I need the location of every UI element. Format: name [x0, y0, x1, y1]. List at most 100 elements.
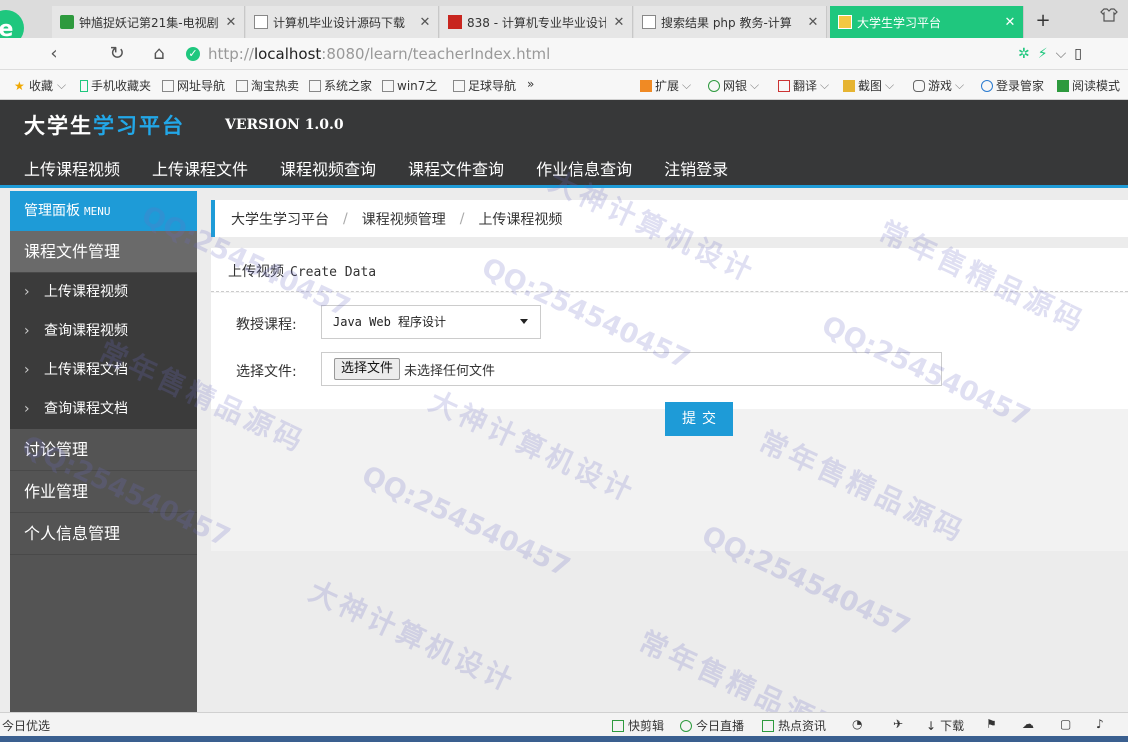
breadcrumb-current: 上传课程视频 — [478, 211, 563, 228]
window-icon[interactable]: ▢ — [1060, 717, 1071, 731]
nav-logout[interactable]: 注销登录 — [664, 156, 728, 180]
site-logo[interactable]: 大学生学习平台 — [24, 110, 185, 140]
status-news[interactable]: 热点资讯 — [762, 717, 826, 734]
phone-icon[interactable]: ▯ — [1074, 46, 1082, 64]
status-quick-edit[interactable]: 快剪辑 — [612, 717, 664, 734]
form-header: 上传视频 Create Data — [211, 248, 1128, 292]
bookmark-nav[interactable]: 网址导航 — [162, 77, 225, 94]
translate-menu[interactable]: 翻译 ⌵ — [778, 77, 829, 94]
status-download[interactable]: ↓ 下载 — [926, 717, 964, 734]
course-label: 教授课程: — [236, 317, 297, 333]
games-menu[interactable]: 游戏 ⌵ — [913, 77, 964, 94]
cloud-icon[interactable]: ☁ — [1022, 717, 1034, 731]
chevron-right-icon: › — [24, 284, 30, 300]
reader-mode[interactable]: 阅读模式 — [1057, 77, 1120, 94]
back-icon[interactable]: ‹ — [42, 42, 66, 66]
url-field[interactable]: ✓ http://localhost:8080/learn/teacherInd… — [186, 41, 1016, 67]
status-today-picks[interactable]: 今日优选 — [2, 717, 50, 734]
chevron-down-icon[interactable]: ⌵ — [1056, 46, 1067, 64]
phone-icon — [80, 79, 88, 92]
chevron-right-icon: › — [24, 401, 30, 417]
news-icon — [762, 719, 774, 732]
red-page-icon — [448, 15, 462, 29]
status-live[interactable]: 今日直播 — [680, 717, 744, 734]
sidebar-group-profile[interactable]: 个人信息管理 — [10, 513, 197, 555]
page-icon — [254, 15, 268, 29]
shield-icon: ✓ — [186, 47, 200, 61]
bookmark-favorites[interactable]: ★ 收藏 ⌵ — [14, 77, 66, 94]
url-path: :8080/learn/teacherIndex.html — [321, 45, 551, 63]
bookmark-football[interactable]: 足球导航 — [453, 77, 516, 94]
refresh-icon[interactable]: ↻ — [105, 42, 129, 66]
close-icon[interactable]: ✕ — [224, 15, 238, 30]
skin-icon[interactable] — [1100, 8, 1118, 22]
sidebar-item-upload-doc[interactable]: › 上传课程文档 — [10, 351, 197, 390]
sidebar: 管理面板 MENU 课程文件管理 › 上传课程视频 › 查询课程视频 › 上传课程文档 … — [10, 191, 197, 712]
choose-file-button[interactable]: 选择文件 — [334, 358, 401, 380]
nav-video-query[interactable]: 课程视频查询 — [280, 156, 376, 180]
browser-tab-3[interactable]: 838 - 计算机专业毕业设计 ✕ — [440, 6, 633, 38]
lightning-icon[interactable]: ⚡ — [1038, 46, 1048, 64]
course-select-value: Java Web 程序设计 — [333, 315, 447, 329]
page-icon — [309, 79, 321, 92]
submit-button[interactable]: 提交 — [665, 402, 733, 436]
file-label: 选择文件: — [236, 364, 297, 380]
bank-menu[interactable]: 网银 ⌵ — [708, 77, 759, 94]
close-icon[interactable]: ✕ — [806, 15, 820, 30]
chevron-right-icon: › — [24, 323, 30, 339]
bookmark-system[interactable]: 系统之家 — [309, 77, 372, 94]
spin-icon[interactable]: ✲ — [1018, 46, 1030, 64]
close-icon[interactable]: ✕ — [612, 15, 626, 30]
home-icon[interactable]: ⌂ — [147, 42, 171, 66]
main-content: 大学生学习平台 / 课程视频管理 / 上传课程视频 上传视频 Create Dat… — [211, 191, 1128, 712]
nav-upload-video[interactable]: 上传课程视频 — [24, 156, 120, 180]
tab-label: 838 - 计算机专业毕业设计 — [467, 15, 606, 30]
browser-tab-active[interactable]: 大学生学习平台 ✕ — [830, 6, 1024, 38]
nav-file-query[interactable]: 课程文件查询 — [408, 156, 504, 180]
sidebar-item-upload-video[interactable]: › 上传课程视频 — [10, 273, 197, 312]
page-icon — [236, 79, 248, 92]
video-icon — [60, 15, 74, 29]
browser-tab-4[interactable]: 搜索结果 php 教务-计算 ✕ — [634, 6, 827, 38]
new-tab-button[interactable]: + — [1032, 10, 1054, 32]
breadcrumb: 大学生学习平台 / 课程视频管理 / 上传课程视频 — [211, 200, 1128, 237]
nav-upload-file[interactable]: 上传课程文件 — [152, 156, 248, 180]
password-manager[interactable]: 登录管家 — [981, 77, 1044, 94]
extensions-menu[interactable]: 扩展 ⌵ — [640, 77, 691, 94]
sidebar-group-course-files[interactable]: 课程文件管理 — [10, 231, 197, 273]
close-icon[interactable]: ✕ — [1003, 15, 1017, 30]
screenshot-menu[interactable]: 截图 ⌵ — [843, 77, 894, 94]
top-nav: 上传课程视频 上传课程文件 课程视频查询 课程文件查询 作业信息查询 注销登录 — [24, 156, 728, 180]
form-title: 上传视频 Create Data — [228, 264, 377, 280]
translate-icon — [778, 79, 790, 92]
sidebar-group-discussion[interactable]: 讨论管理 — [10, 429, 197, 471]
bookmark-more[interactable]: » — [527, 77, 534, 91]
bank-icon — [708, 79, 720, 92]
sidebar-item-query-doc[interactable]: › 查询课程文档 — [10, 390, 197, 429]
course-select[interactable]: Java Web 程序设计 — [321, 305, 541, 339]
flag-icon[interactable]: ⚑ — [986, 717, 997, 731]
breadcrumb-home[interactable]: 大学生学习平台 — [231, 209, 329, 229]
download-icon: ↓ — [926, 718, 937, 733]
close-icon[interactable]: ✕ — [418, 15, 432, 30]
search-key-icon — [981, 79, 993, 92]
file-input[interactable]: 选择文件 未选择任何文件 — [321, 352, 942, 386]
pin-icon[interactable]: ✈ — [893, 717, 903, 731]
page-icon — [382, 79, 394, 92]
sidebar-item-query-video[interactable]: › 查询课程视频 — [10, 312, 197, 351]
chevron-right-icon: › — [24, 362, 30, 378]
bookmark-taobao[interactable]: 淘宝热卖 — [236, 77, 299, 94]
bookmark-win7[interactable]: win7之 — [382, 77, 437, 94]
volume-icon[interactable]: ♪ — [1096, 717, 1104, 731]
file-status-text: 未选择任何文件 — [404, 363, 496, 379]
browser-tab-2[interactable]: 计算机毕业设计源码下载 ✕ — [246, 6, 439, 38]
speed-icon[interactable]: ◔ — [852, 717, 862, 731]
nav-homework-query[interactable]: 作业信息查询 — [536, 156, 632, 180]
browser-tab-1[interactable]: 钟馗捉妖记第21集-电视剧 ✕ — [52, 6, 245, 38]
bookmark-mobile[interactable]: 手机收藏夹 — [80, 77, 151, 94]
sidebar-group-homework[interactable]: 作业管理 — [10, 471, 197, 513]
course-row: 教授课程: Java Web 程序设计 — [211, 305, 1128, 339]
breadcrumb-section[interactable]: 课程视频管理 — [362, 209, 446, 229]
url-scheme: http:// — [208, 45, 254, 63]
app-header: 大学生学习平台 VERSION 1.0.0 上传课程视频 上传课程文件 课程视频… — [0, 100, 1128, 188]
